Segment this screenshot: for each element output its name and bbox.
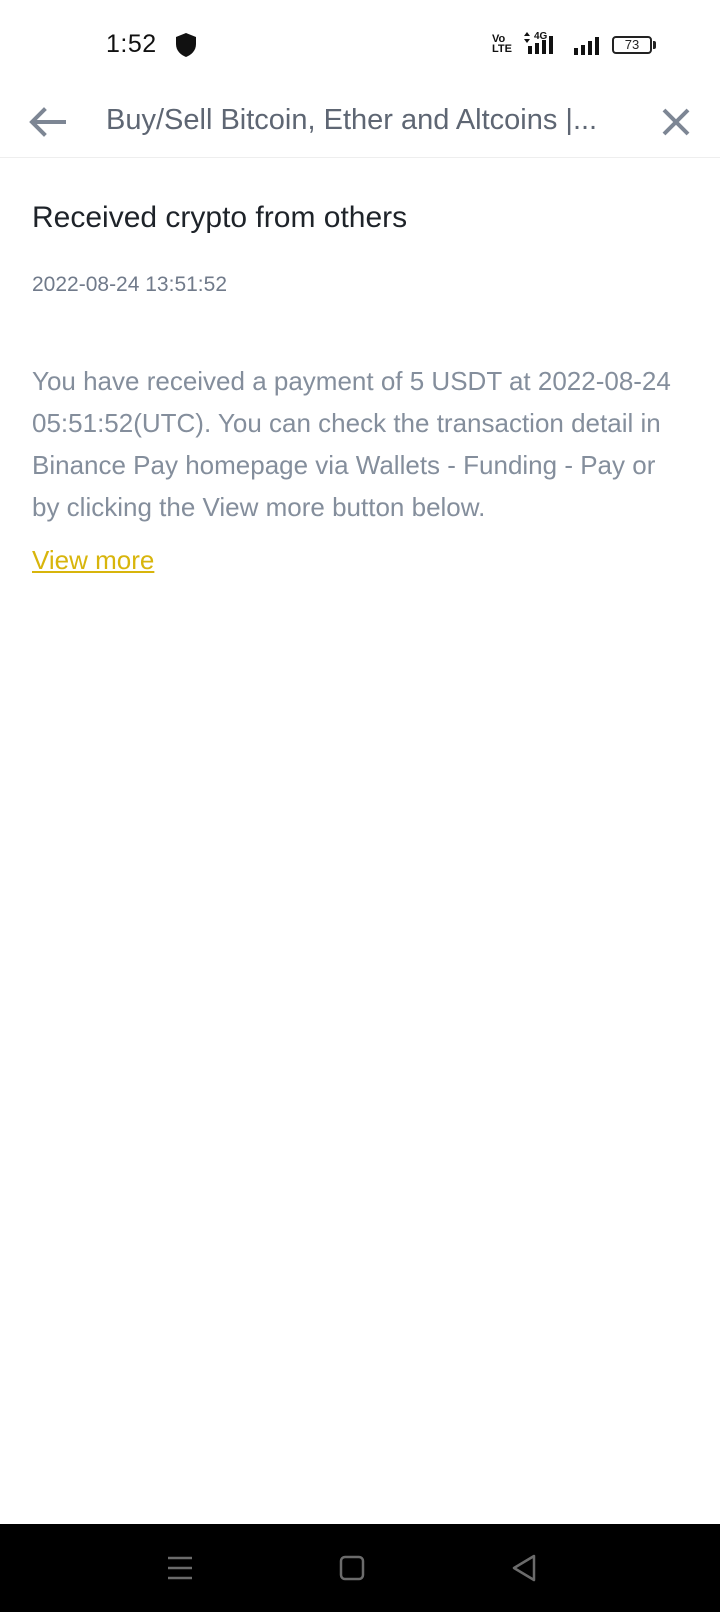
- home-icon: [339, 1555, 365, 1581]
- navigation-bar: [0, 1524, 720, 1612]
- close-button[interactable]: [652, 98, 700, 146]
- shield-icon: [176, 33, 196, 57]
- status-time: 1:52: [106, 30, 157, 58]
- screen: 1:52 Vo LTE 4G 73 Buy/Sell Bitcoin, Ethe…: [0, 0, 720, 1612]
- battery-tip: [653, 41, 656, 49]
- battery-level: 73: [624, 37, 640, 52]
- status-bar: 1:52 Vo LTE 4G 73: [0, 0, 720, 88]
- arrow-left-icon: [29, 107, 66, 137]
- message-date: 2022-08-24 13:51:52: [32, 273, 227, 296]
- signal-icon: [574, 37, 599, 55]
- home-button[interactable]: [330, 1546, 374, 1590]
- system-back-button[interactable]: [502, 1546, 546, 1590]
- battery-icon: 73: [612, 36, 652, 54]
- view-more-link[interactable]: View more: [32, 542, 154, 578]
- back-button[interactable]: [24, 98, 72, 146]
- app-header: Buy/Sell Bitcoin, Ether and Altcoins |..…: [0, 88, 720, 158]
- header-title: Buy/Sell Bitcoin, Ether and Altcoins |..…: [106, 104, 598, 136]
- message-title: Received crypto from others: [32, 201, 408, 234]
- message-body: You have received a payment of 5 USDT at…: [32, 366, 671, 522]
- signal-4g-icon: 4G: [524, 31, 553, 54]
- volte-icon: Vo LTE: [492, 33, 512, 55]
- recent-apps-button[interactable]: [158, 1546, 202, 1590]
- back-triangle-icon: [512, 1554, 536, 1582]
- menu-icon: [168, 1556, 192, 1580]
- close-icon: [662, 108, 690, 136]
- message-content: Received crypto from others 2022-08-24 1…: [32, 196, 688, 578]
